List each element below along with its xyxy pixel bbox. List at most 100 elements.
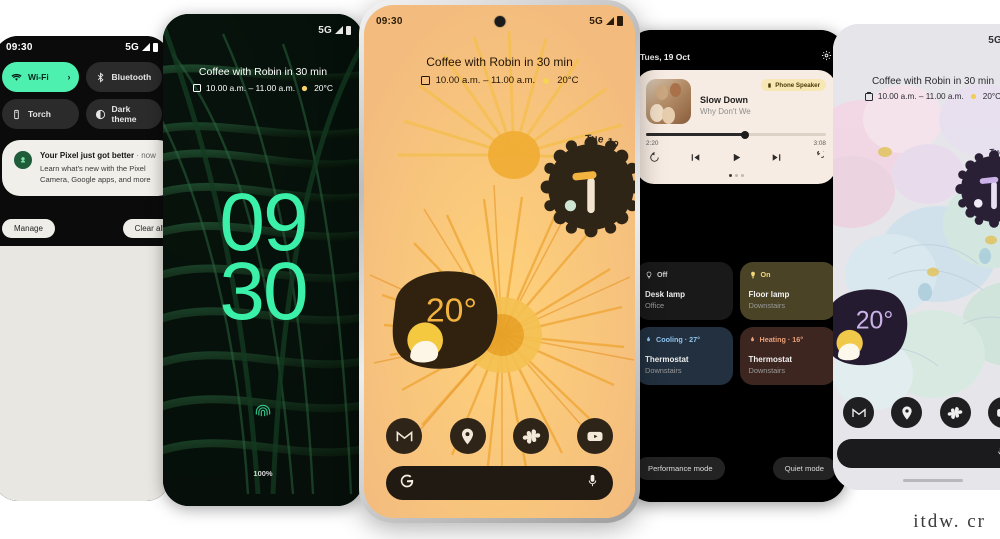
at-a-glance-widget[interactable]: Coffee with Robin in 30 min 10.00 a.m. –… [163, 66, 363, 93]
google-g-icon [399, 473, 415, 494]
clock-minutes: 30 [219, 245, 308, 337]
app-dock [843, 397, 1000, 428]
device-modes: Performance mode Quiet mode [636, 457, 836, 480]
sunny-icon [970, 93, 976, 100]
battery-icon [153, 42, 158, 52]
clock-widget[interactable]: Tue 19 [535, 131, 635, 243]
weather-temperature: 20° [856, 307, 894, 334]
media-top-row: Phone Speaker Slow Down Why Don't We [646, 79, 826, 124]
home-tile-thermostat-heating[interactable]: Heating · 16° Thermostat Downstairs [739, 327, 836, 385]
maps-icon[interactable] [449, 418, 486, 454]
page-dot[interactable] [728, 174, 732, 177]
seek-bar[interactable] [646, 130, 826, 139]
smart-home-header: Tues, 19 Oct [640, 48, 832, 66]
notification-body: Learn what's new with the Pixel Camera, … [40, 164, 151, 184]
maps-icon[interactable] [891, 397, 923, 428]
gmail-icon[interactable] [843, 397, 874, 428]
output-device-badge[interactable]: Phone Speaker [761, 79, 826, 91]
phone-home-screen-orchid: 5G Coffee with Robin in 30 min 10.00 a.m… [833, 24, 1000, 490]
media-player-card[interactable]: Phone Speaker Slow Down Why Don't We 2:2… [636, 70, 836, 184]
page-dot[interactable] [740, 174, 744, 177]
gear-icon[interactable] [821, 48, 832, 66]
tile-name: Thermostat [748, 355, 793, 364]
quick-settings-grid: Wi-Fi › Bluetooth Torch Dark theme [2, 62, 162, 129]
tile-name: Thermostat [645, 355, 689, 364]
glance-temperature: 20°C [557, 75, 579, 86]
track-title: Slow Down [700, 95, 748, 105]
google-search-bar[interactable] [837, 439, 1000, 468]
quick-settings-screen: 09:30 5G Wi-Fi › Bluetooth Torch Dark th… [0, 36, 170, 501]
google-search-bar[interactable] [386, 466, 613, 500]
qs-tile-bluetooth[interactable]: Bluetooth [85, 62, 162, 92]
youtube-icon[interactable] [576, 418, 613, 454]
weather-widget[interactable]: 20° [833, 286, 913, 370]
notification-app-icon [14, 151, 32, 169]
qs-tile-dark-theme[interactable]: Dark theme [85, 99, 162, 129]
qs-label-wifi: Wi-Fi [28, 72, 49, 82]
tile-room: Downstairs [748, 301, 786, 310]
gmail-icon[interactable] [386, 418, 422, 454]
signal-icon [142, 43, 150, 51]
battery-icon [346, 25, 351, 35]
qs-tile-torch[interactable]: Torch [2, 99, 79, 129]
tile-room: Office [645, 301, 665, 310]
status-bar: 5G [163, 20, 363, 40]
phone-lock-screen-palm: 5G Coffee with Robin in 30 min 10.00 a.m… [163, 14, 363, 506]
notification-card[interactable]: Your Pixel just got better · now Learn w… [2, 140, 170, 196]
photos-icon[interactable] [939, 397, 971, 428]
header-date: Tues, 19 Oct [640, 52, 690, 62]
youtube-icon[interactable] [987, 397, 1000, 428]
lock-screen-clock: 09 30 [163, 182, 363, 337]
home-tile-desk-lamp[interactable]: Off Desk lamp Office [636, 262, 733, 320]
chevron-right-icon[interactable]: › [68, 72, 71, 82]
tile-state-row: Heating · 16° [749, 335, 828, 344]
quick-settings-backdrop [0, 246, 170, 501]
previous-icon[interactable] [689, 151, 702, 169]
app-dock [386, 418, 613, 454]
next-icon[interactable] [770, 151, 783, 169]
replay-10-icon[interactable] [648, 151, 661, 169]
photos-icon[interactable] [513, 418, 550, 454]
tile-state-row: Cooling · 27° [645, 335, 724, 344]
mic-icon[interactable] [995, 445, 1000, 463]
network-label: 5G [988, 34, 1000, 46]
tile-state: Cooling · 27° [656, 335, 701, 344]
phone-home-screen-hero: 09:30 5G Coffee with Robin in 30 min 10.… [359, 0, 640, 523]
qs-label-torch: Torch [28, 109, 51, 119]
clock-widget[interactable]: Tue 19 [951, 146, 1000, 232]
home-tile-thermostat-cooling[interactable]: Cooling · 27° Thermostat Downstairs [636, 327, 733, 385]
weather-widget[interactable]: 20° [382, 267, 504, 375]
manage-button[interactable]: Manage [2, 219, 55, 238]
home-tile-floor-lamp[interactable]: On Floor lamp Downstairs [739, 262, 836, 320]
seek-handle[interactable] [741, 130, 749, 139]
weather-temperature: 20° [426, 291, 477, 329]
track-artist: Why Don't We [700, 107, 751, 116]
at-a-glance-widget[interactable]: Coffee with Robin in 30 min 10.00 a.m. –… [833, 76, 1000, 101]
glance-detail-row: 10.00 a.m. – 11.00 a.m. 20°C [364, 75, 635, 86]
lock-screen: 5G Coffee with Robin in 30 min 10.00 a.m… [163, 14, 363, 506]
pixel-phones-showcase: 09:30 5G Wi-Fi › Bluetooth Torch Dark th… [0, 0, 1000, 539]
status-time: 09:30 [376, 15, 403, 27]
mic-icon[interactable] [585, 473, 600, 493]
tile-state-row: Off [645, 270, 724, 279]
tile-name: Desk lamp [645, 290, 686, 299]
at-a-glance-widget[interactable]: Coffee with Robin in 30 min 10.00 a.m. –… [364, 55, 635, 86]
quiet-mode-button[interactable]: Quiet mode [772, 457, 836, 480]
tile-state: Off [657, 270, 668, 279]
glance-title: Coffee with Robin in 30 min [426, 55, 573, 69]
play-icon[interactable] [730, 151, 743, 169]
home-gesture-bar[interactable] [903, 479, 963, 482]
glance-detail-row: 10.00 a.m. – 11.00 a.m. 20°C [833, 92, 1000, 101]
notification-title-row: Your Pixel just got better · now [40, 151, 156, 160]
heating-icon [750, 336, 754, 342]
tile-room: Downstairs [748, 366, 786, 375]
fingerprint-icon[interactable] [253, 402, 273, 422]
qs-tile-wifi[interactable]: Wi-Fi › [2, 62, 79, 92]
forward-10-icon[interactable] [811, 149, 826, 169]
signal-icon [335, 26, 343, 34]
seek-progress [646, 133, 745, 136]
status-indicators: 5G [589, 16, 623, 27]
notification-actions: Manage Clear all [2, 219, 170, 238]
performance-mode-button[interactable]: Performance mode [636, 457, 725, 480]
page-dot[interactable] [734, 174, 738, 177]
